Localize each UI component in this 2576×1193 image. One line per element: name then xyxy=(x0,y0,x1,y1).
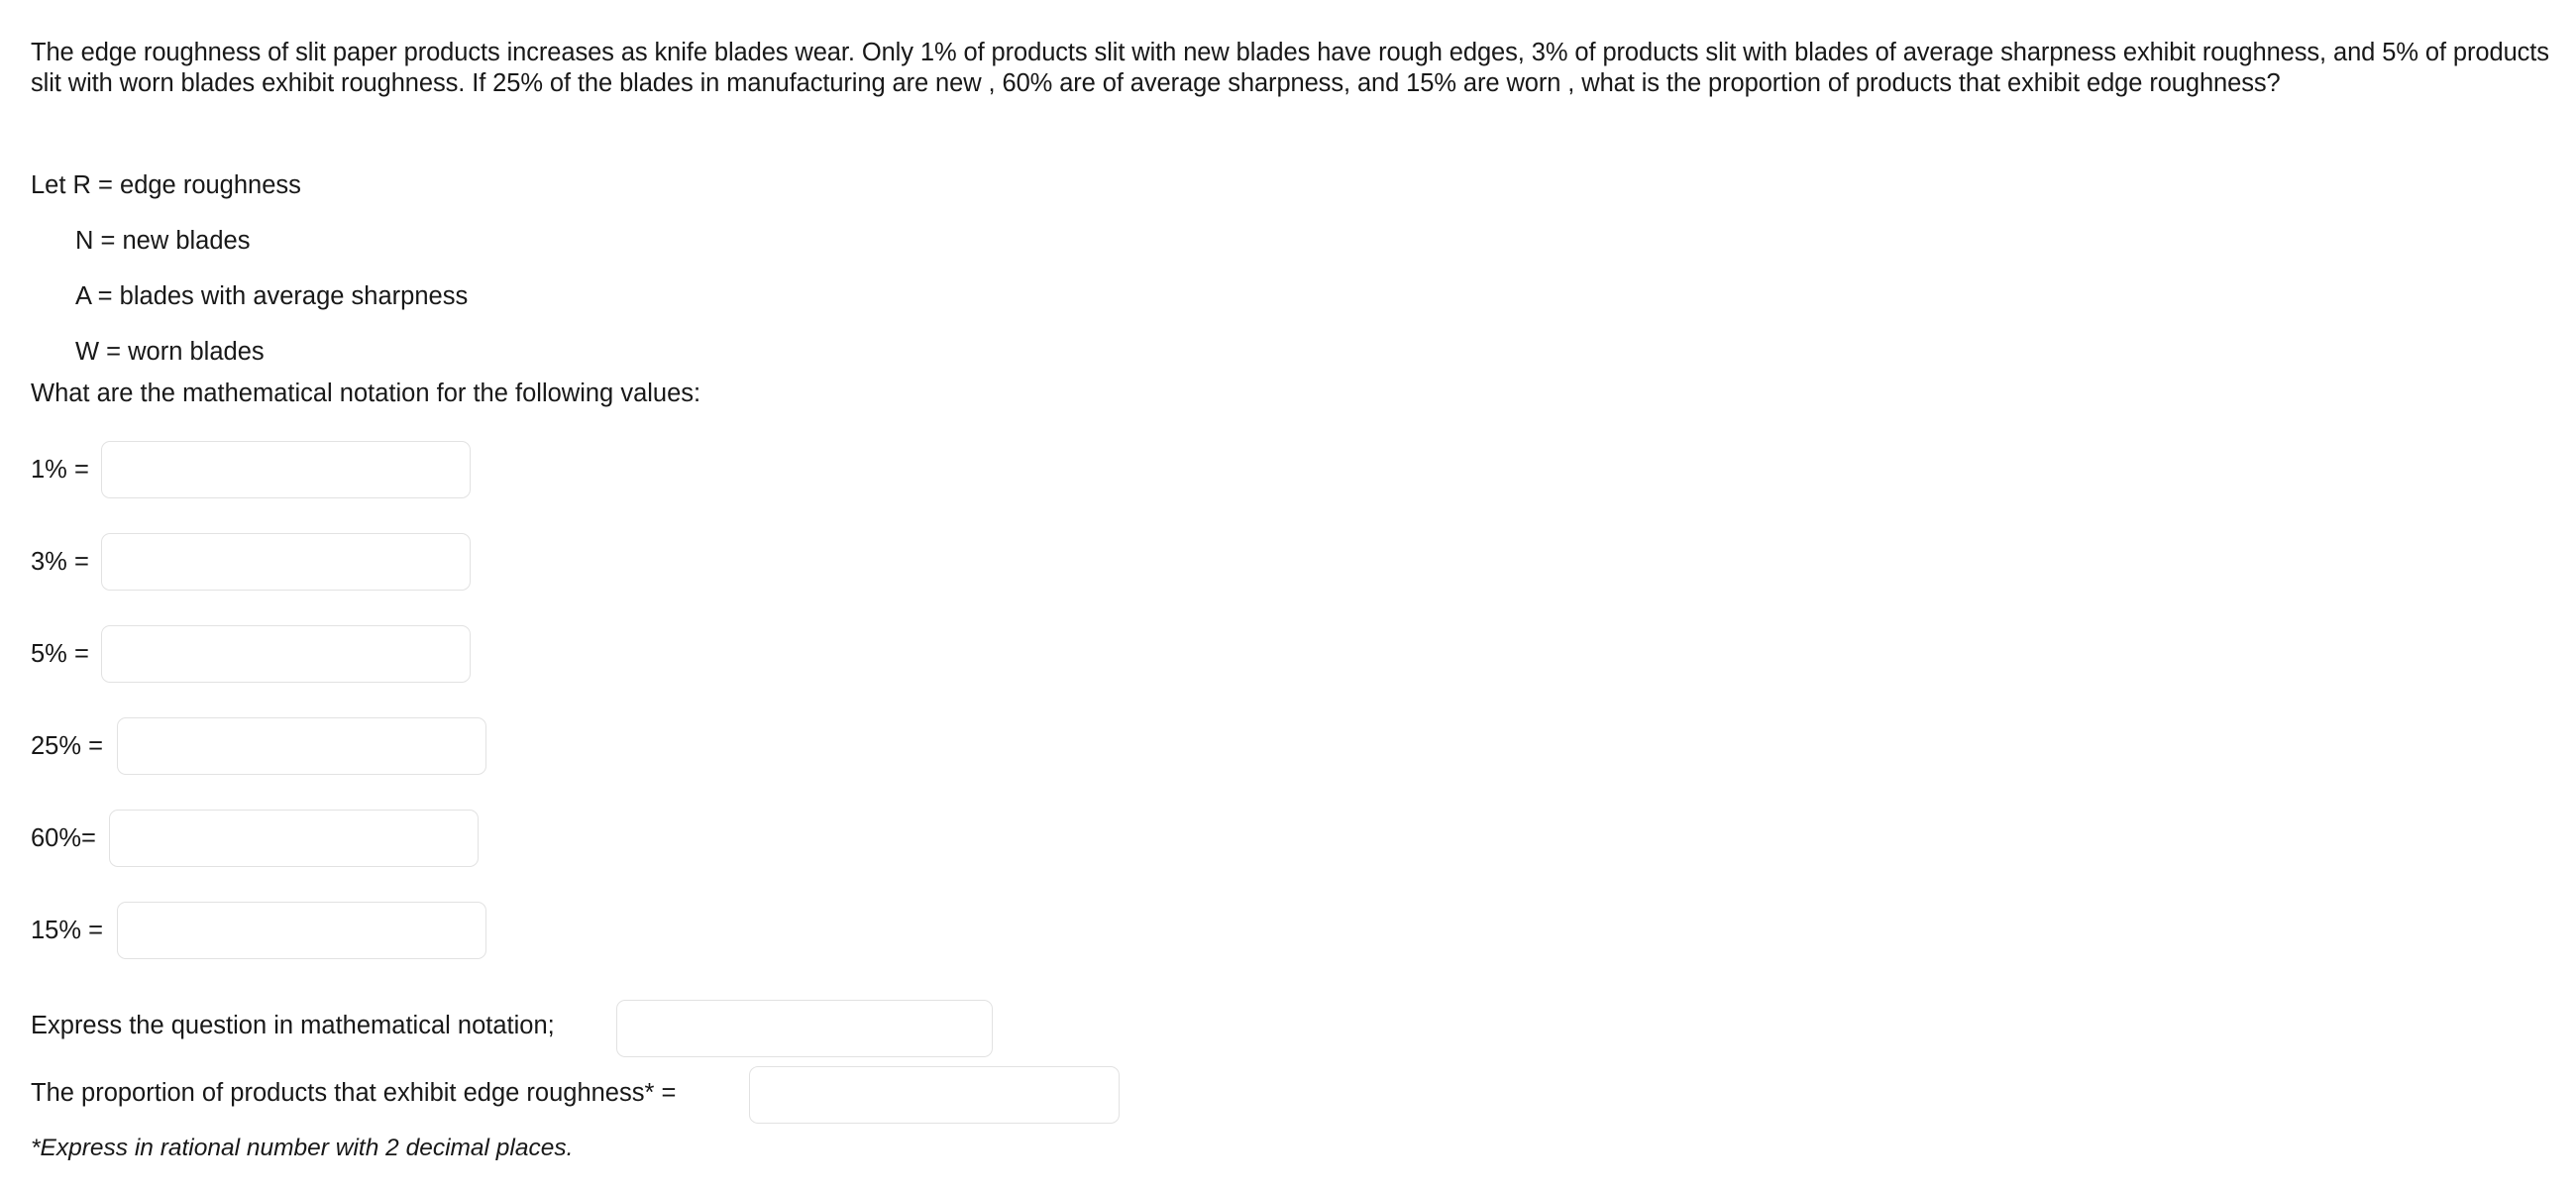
value-row-1-percent: 1% = xyxy=(0,436,2576,528)
definition-text-n: N = new blades xyxy=(75,227,251,256)
worksheet-page: The edge roughness of slit paper product… xyxy=(0,0,2576,1193)
proportion-answer-row: The proportion of products that exhibit … xyxy=(0,1063,2576,1125)
definitions-block: Let R = edge roughness N = new blades A … xyxy=(31,159,468,380)
value-input-1-percent[interactable] xyxy=(101,441,471,498)
value-row-15-percent: 15% = xyxy=(0,897,2576,989)
footnote-text: *Express in rational number with 2 decim… xyxy=(31,1135,574,1161)
value-row-5-percent: 5% = xyxy=(0,620,2576,712)
value-row-label: 3% = xyxy=(31,548,89,576)
express-question-input[interactable] xyxy=(616,1000,993,1057)
definition-text-w: W = worn blades xyxy=(75,338,265,367)
value-input-60-percent[interactable] xyxy=(109,810,479,867)
definition-line-r: Let R = edge roughness xyxy=(31,159,468,214)
value-row-label: 1% = xyxy=(31,456,89,484)
definition-line-a: A = blades with average sharpness xyxy=(31,270,468,325)
express-question-row: Express the question in mathematical not… xyxy=(0,997,2576,1058)
problem-statement: The edge roughness of slit paper product… xyxy=(31,38,2549,97)
value-input-15-percent[interactable] xyxy=(117,902,486,959)
value-input-25-percent[interactable] xyxy=(117,717,486,775)
instruction-text: What are the mathematical notation for t… xyxy=(31,380,701,407)
value-row-25-percent: 25% = xyxy=(0,712,2576,805)
value-input-5-percent[interactable] xyxy=(101,625,471,683)
proportion-answer-label: The proportion of products that exhibit … xyxy=(31,1079,677,1107)
definition-text-r: Let R = edge roughness xyxy=(31,171,301,200)
value-row-label: 60%= xyxy=(31,824,96,852)
value-row-label: 5% = xyxy=(31,640,89,668)
proportion-answer-input[interactable] xyxy=(749,1066,1120,1124)
definition-line-n: N = new blades xyxy=(31,214,468,270)
definition-line-w: W = worn blades xyxy=(31,325,468,380)
definition-text-a: A = blades with average sharpness xyxy=(75,282,469,311)
value-row-3-percent: 3% = xyxy=(0,528,2576,620)
express-question-label: Express the question in mathematical not… xyxy=(31,1012,555,1039)
value-input-3-percent[interactable] xyxy=(101,533,471,591)
value-row-label: 15% = xyxy=(31,917,104,944)
notation-value-rows: 1% = 3% = 5% = 25% = 60%= 15% = xyxy=(0,436,2576,989)
value-row-60-percent: 60%= xyxy=(0,805,2576,897)
value-row-label: 25% = xyxy=(31,732,104,760)
